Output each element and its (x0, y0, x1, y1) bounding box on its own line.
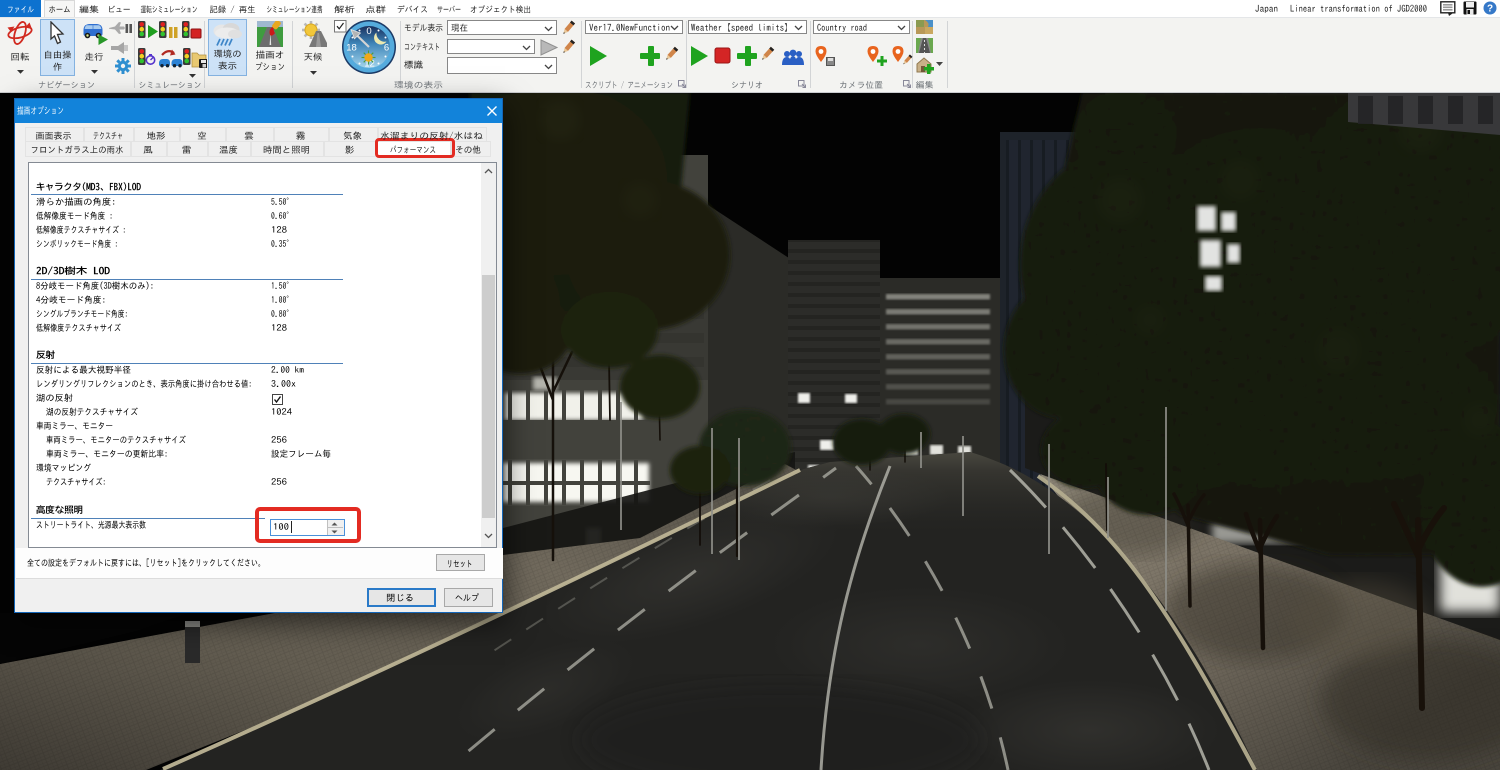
svg-text:18: 18 (346, 43, 357, 54)
svg-text:0: 0 (366, 26, 371, 37)
svg-text:6: 6 (384, 43, 389, 54)
svg-text:?: ? (1487, 4, 1493, 15)
